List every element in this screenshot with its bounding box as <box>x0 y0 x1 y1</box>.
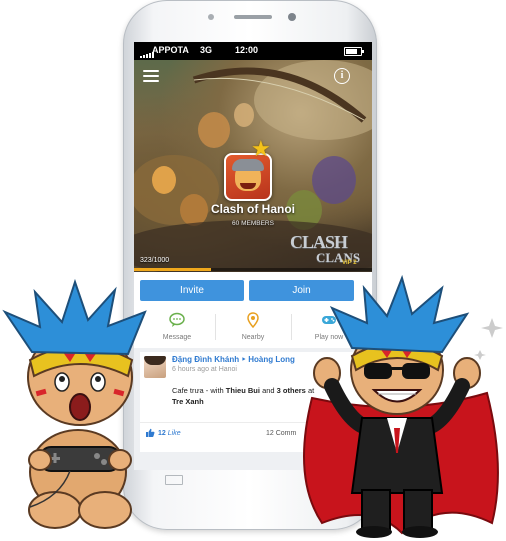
progress-bar-fill <box>134 268 211 271</box>
post-text: Cafe trưa - with <box>172 386 224 395</box>
message-action[interactable]: Message <box>141 308 213 346</box>
status-bar: APPOTA 3G 12:00 <box>134 42 372 60</box>
nearby-action[interactable]: Nearby <box>217 308 289 346</box>
progress-bar <box>134 268 372 271</box>
network-type: 3G <box>200 45 213 55</box>
game-logo: CLASH CLANS VIP 2 <box>290 232 362 270</box>
clan-name: Clash of Hanoi <box>210 202 295 216</box>
star-badge-icon: ★ <box>251 136 271 161</box>
hero-mascot <box>303 274 503 538</box>
phone-sensor <box>208 14 214 20</box>
tagged-user[interactable]: Thieu Bui <box>226 386 260 395</box>
carrier-name: APPOTA <box>152 45 189 55</box>
front-camera-icon <box>288 13 296 21</box>
post-place[interactable]: Tre Xanh <box>172 397 204 406</box>
phone-speaker <box>234 15 272 19</box>
invite-button[interactable]: Invite <box>140 280 244 301</box>
nearby-label: Nearby <box>241 334 265 341</box>
battery-icon <box>344 47 364 56</box>
message-icon <box>169 312 185 327</box>
like-count[interactable]: 12 Like <box>158 430 181 437</box>
progress-text: 323/1000 <box>140 257 170 264</box>
message-label: Message <box>162 334 192 341</box>
clan-banner: i ★ Clash of Hanoi 60 MEMBERS CLASH CLAN… <box>134 60 372 272</box>
status-time: 12:00 <box>235 45 259 55</box>
location-pin-icon <box>247 312 259 328</box>
member-count: 60 MEMBERS <box>232 220 274 227</box>
like-number: 12 <box>158 430 166 437</box>
info-icon[interactable]: i <box>334 68 350 84</box>
vip-badge: VIP 2 <box>342 260 357 266</box>
like-label: Like <box>167 430 181 437</box>
post-meta: 6 hours ago at Hanoi <box>172 366 237 373</box>
menu-key-icon[interactable] <box>165 475 183 485</box>
post-author[interactable]: Đặng Đình Khánh ‣ Hoàng Long <box>172 355 295 364</box>
post-text: and <box>262 386 275 395</box>
divider <box>215 314 216 340</box>
hamburger-menu-icon[interactable] <box>143 70 159 82</box>
gamer-mascot <box>2 278 147 529</box>
